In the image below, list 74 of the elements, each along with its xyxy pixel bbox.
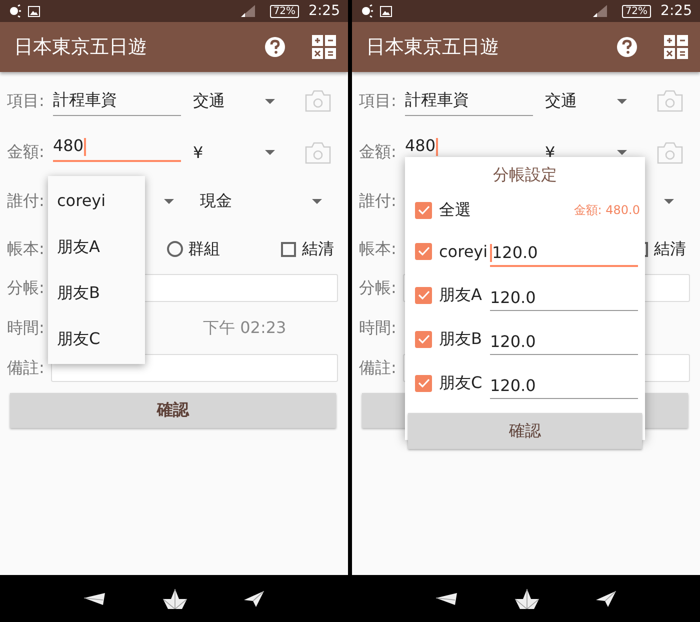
member-checkbox[interactable]: coreyi (415, 242, 490, 260)
dropdown-option[interactable]: 朋友C (48, 316, 145, 362)
checkmark-icon (418, 246, 430, 256)
app-title: 日本東京五日遊 (366, 35, 500, 60)
total-amount: 金額: 480.0 (574, 202, 640, 218)
field-label: 分帳: (359, 278, 396, 298)
item-field[interactable]: 計程車資 (53, 90, 181, 116)
brightness-icon (360, 4, 374, 18)
currency-dropdown[interactable]: ¥ (193, 143, 204, 162)
amount-field[interactable]: 480 (53, 136, 181, 162)
checkmark-icon (418, 205, 430, 215)
dropdown-arrow-icon[interactable] (265, 98, 275, 104)
dropdown-option[interactable]: 朋友B (48, 270, 145, 316)
app-title: 日本東京五日遊 (14, 35, 148, 60)
dropdown-arrow-icon[interactable] (164, 198, 174, 204)
dialog-title: 分帳設定 (492, 164, 558, 186)
field-label: 時間: (7, 318, 44, 338)
boat-icon[interactable] (162, 588, 187, 608)
category-dropdown[interactable]: 交通 (545, 90, 577, 112)
dropdown-arrow-icon[interactable] (664, 198, 674, 204)
group-radio[interactable]: 群組 (167, 238, 220, 260)
clock-time: 2:25 (660, 3, 692, 19)
field-label: 帳本: (7, 238, 44, 260)
share-field[interactable]: 120.0 (490, 242, 638, 268)
field-label: 項目: (359, 90, 396, 112)
share-field[interactable]: 120.0 (490, 288, 638, 310)
member-checkbox[interactable]: 朋友A (415, 284, 490, 306)
field-label: 帳本: (359, 238, 396, 260)
dropdown-option[interactable]: coreyi (48, 178, 145, 224)
calculator-icon[interactable] (312, 35, 336, 59)
field-label: 分帳: (7, 278, 44, 298)
member-checkbox[interactable]: 朋友C (415, 372, 490, 394)
image-icon (28, 6, 40, 16)
paper-plane-icon[interactable] (596, 590, 616, 606)
clock-time: 2:25 (308, 3, 340, 19)
field-label: 備註: (7, 358, 44, 378)
settled-checkbox[interactable]: 結清 (281, 238, 334, 260)
field-label: 金額: (7, 142, 44, 163)
brightness-icon (8, 4, 22, 18)
dropdown-arrow-icon[interactable] (617, 150, 627, 155)
battery-indicator: 72% (270, 4, 299, 18)
checkmark-icon (418, 334, 430, 344)
help-icon[interactable] (264, 36, 286, 58)
back-icon[interactable] (84, 592, 106, 604)
image-icon (380, 6, 392, 16)
dropdown-option[interactable]: 朋友A (48, 224, 145, 270)
battery-indicator: 72% (622, 4, 651, 18)
confirm-button[interactable]: 確認 (10, 393, 336, 428)
field-label: 備註: (359, 358, 396, 378)
paper-plane-icon[interactable] (244, 590, 264, 606)
boat-icon[interactable] (514, 588, 539, 608)
help-icon[interactable] (616, 36, 638, 58)
field-label: 誰付: (7, 190, 44, 212)
signal-icon (240, 4, 256, 18)
field-label: 誰付: (359, 190, 396, 212)
category-dropdown[interactable]: 交通 (193, 90, 225, 112)
checkmark-icon (418, 290, 430, 300)
payment-method-dropdown[interactable]: 現金 (200, 190, 232, 212)
item-field[interactable]: 計程車資 (405, 90, 533, 116)
select-all-checkbox[interactable]: 全選 (415, 200, 490, 220)
field-label: 時間: (359, 318, 396, 338)
calculator-icon[interactable] (664, 35, 688, 59)
signal-icon (592, 4, 608, 18)
confirm-button[interactable]: 確認 (408, 413, 642, 449)
dropdown-arrow-icon[interactable] (617, 98, 627, 104)
dropdown-arrow-icon[interactable] (312, 198, 322, 204)
field-label: 項目: (7, 90, 44, 112)
field-label: 金額: (359, 142, 396, 163)
back-icon[interactable] (436, 592, 458, 604)
share-field[interactable]: 120.0 (490, 376, 638, 398)
checkmark-icon (418, 378, 430, 388)
share-field[interactable]: 120.0 (490, 332, 638, 354)
member-checkbox[interactable]: 朋友B (415, 328, 490, 350)
dropdown-arrow-icon[interactable] (265, 150, 275, 155)
